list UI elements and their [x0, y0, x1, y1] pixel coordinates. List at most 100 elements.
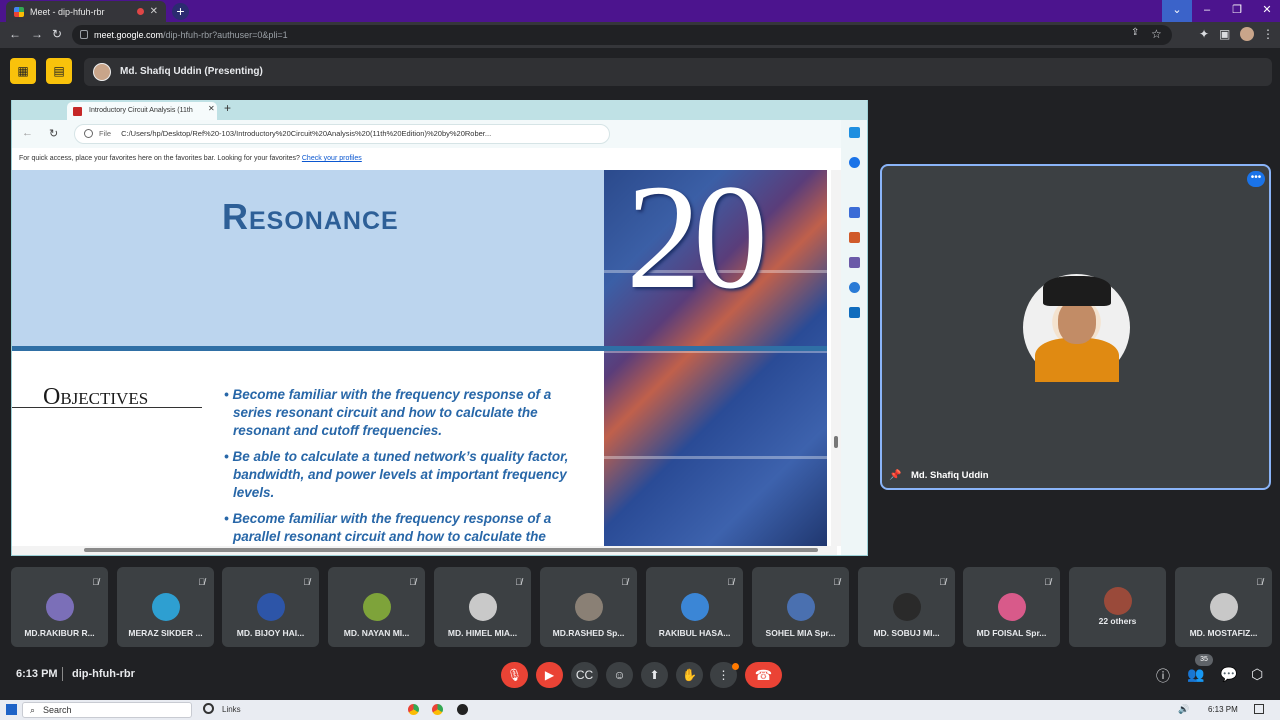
minimize-button[interactable]: –	[1192, 0, 1222, 22]
address-bar[interactable]: meet.google.com/dip-hfuh-rbr?authuser=0&…	[72, 25, 1172, 45]
participant-avatar	[46, 593, 74, 621]
restore-button[interactable]: ❐	[1222, 0, 1252, 22]
participant-tile[interactable]: MD. BIJOY HAI... 🎙̸	[222, 567, 319, 647]
participant-tile[interactable]: MD. SOBUJ MI... 🎙̸	[858, 567, 955, 647]
mic-muted-icon: 🎙̸	[939, 577, 946, 587]
participant-tile[interactable]: MD.RAKIBUR R... 🎙̸	[11, 567, 108, 647]
participant-name: MD.RAKIBUR R...	[24, 628, 95, 638]
pdf-scroll-thumb	[834, 436, 838, 448]
meeting-time: 6:13 PM	[16, 668, 58, 680]
side-panel-icon[interactable]: ▣	[1219, 27, 1230, 41]
url-host: meet.google.com	[94, 30, 164, 40]
reload-icon[interactable]: ↻	[52, 27, 62, 41]
app-taskbar-icon[interactable]	[457, 704, 468, 715]
presenting-banner: Md. Shafiq Uddin (Presenting)	[84, 58, 1272, 86]
activities-icon[interactable]: ⬡	[1251, 666, 1263, 683]
camera-off-button[interactable]: ▶	[536, 662, 563, 688]
forward-arrow-icon[interactable]: →	[31, 27, 43, 41]
participant-tile[interactable]: MD. MOSTAFIZ... 🎙̸	[1175, 567, 1272, 647]
mic-off-button[interactable]: 🎙	[501, 662, 528, 688]
participant-avatar	[893, 593, 921, 621]
url-path: /dip-hfuh-rbr?authuser=0&pli=1	[163, 30, 288, 40]
participant-tile[interactable]: RAKIBUL HASA... 🎙̸	[646, 567, 743, 647]
close-window-button[interactable]: ✕	[1252, 0, 1280, 22]
chat-icon[interactable]: 💬	[1220, 666, 1237, 683]
pip-toggle-icon[interactable]: ▦	[10, 58, 36, 84]
pin-icon[interactable]: 📌	[889, 470, 901, 481]
avatar-face	[1058, 300, 1096, 344]
mic-muted-icon: 🎙̸	[727, 577, 734, 587]
participant-avatar	[152, 593, 180, 621]
participant-name: RAKIBUL HASA...	[658, 628, 731, 638]
participant-name: MD. SOBUJ MI...	[873, 628, 940, 638]
meeting-info-icon[interactable]: ⓘ	[1156, 666, 1170, 686]
more-options-icon[interactable]: •••	[1247, 171, 1265, 187]
notification-center-icon[interactable]	[1254, 704, 1264, 714]
participant-tile[interactable]: MD. NAYAN MI... 🎙̸	[328, 567, 425, 647]
notification-icon	[849, 157, 860, 168]
mic-muted-icon: 🎙̸	[303, 577, 310, 587]
participant-name: MERAZ SIKDER ...	[128, 628, 203, 638]
mic-muted-icon: 🎙̸	[198, 577, 205, 587]
search-icon: ⌕	[30, 705, 36, 715]
browser-tab-meet[interactable]: Meet - dip-hfuh-rbr ✕	[6, 1, 166, 22]
mic-muted-icon: 🎙̸	[92, 577, 99, 587]
leave-call-button[interactable]: ☎	[745, 662, 782, 688]
presenter-avatar	[93, 63, 111, 81]
links-toolbar[interactable]: Links	[222, 705, 241, 714]
mic-muted-icon: 🎙̸	[833, 577, 840, 587]
games-icon	[849, 257, 860, 268]
participant-avatar	[469, 593, 497, 621]
participant-avatar	[575, 593, 603, 621]
profile-avatar[interactable]	[1240, 27, 1254, 41]
layout-icon[interactable]: ▤	[46, 58, 72, 84]
participant-name: MD.RASHED Sp...	[552, 628, 625, 638]
outlook-icon	[849, 307, 860, 318]
copilot-icon	[849, 127, 860, 138]
participant-count-badge: 35	[1195, 654, 1213, 666]
people-icon[interactable]: 👥	[1187, 666, 1204, 683]
objective-item: • Be able to calculate a tuned network’s…	[224, 449, 569, 500]
close-tab-icon[interactable]: ✕	[150, 6, 158, 17]
toolbox-icon	[849, 232, 860, 243]
lock-icon[interactable]	[80, 30, 88, 39]
participant-tile[interactable]: MD FOISAL Spr... 🎙̸	[963, 567, 1060, 647]
taskbar-clock[interactable]: 6:13 PM	[1208, 705, 1238, 714]
participant-tile[interactable]: 22 others	[1069, 567, 1166, 647]
chrome-menu-icon[interactable]: ⋮	[1262, 27, 1274, 41]
edge-address-bar: File C:/Users/hp/Desktop/Ref%20-103/Intro…	[74, 124, 610, 144]
m365-icon	[849, 282, 860, 293]
participant-tile[interactable]: MD. HIMEL MIA... 🎙̸	[434, 567, 531, 647]
participant-tile[interactable]: MD.RASHED Sp... 🎙̸	[540, 567, 637, 647]
mic-muted-icon: 🎙̸	[1256, 577, 1263, 587]
extensions-icon[interactable]: ✦	[1199, 27, 1209, 41]
raise-hand-button[interactable]: ✋	[676, 662, 703, 688]
windows-taskbar	[0, 700, 1280, 720]
task-view-icon[interactable]	[203, 703, 214, 714]
volume-icon[interactable]: 🔊	[1178, 704, 1189, 715]
objectives-rule	[12, 407, 202, 408]
present-button[interactable]: ⬆	[641, 662, 668, 688]
captions-button[interactable]: CC	[571, 662, 598, 688]
mic-muted-icon: 🎙̸	[515, 577, 522, 587]
windows-start-icon[interactable]	[6, 704, 17, 715]
taskbar-search[interactable]: Search	[22, 702, 192, 718]
participant-name: SOHEL MIA Spr...	[765, 628, 836, 638]
chapter-title: Resonance	[222, 196, 399, 237]
edge-tab-title: Introductory Circuit Analysis (11th	[89, 107, 193, 114]
new-tab-button[interactable]: +	[172, 3, 189, 20]
edge-url: C:/Users/hp/Desktop/Ref%20-103/Introduct…	[121, 129, 492, 138]
tab-search-icon[interactable]: ⌄	[1162, 0, 1192, 22]
mic-muted-icon: 🎙̸	[409, 577, 416, 587]
back-arrow-icon[interactable]: ←	[9, 27, 21, 41]
chrome-taskbar-icon[interactable]	[408, 704, 419, 715]
emoji-button[interactable]: ☺	[606, 662, 633, 688]
chrome-taskbar-icon[interactable]	[432, 704, 443, 715]
participant-tile[interactable]: MERAZ SIKDER ... 🎙̸	[117, 567, 214, 647]
bookmark-star-icon[interactable]: ☆	[1151, 27, 1162, 41]
share-icon[interactable]: ⇪	[1131, 27, 1139, 38]
participant-tile[interactable]: SOHEL MIA Spr... 🎙̸	[752, 567, 849, 647]
edge-tab-pdf: Introductory Circuit Analysis (11th	[67, 102, 217, 120]
edge-new-tab-icon: +	[224, 101, 232, 115]
divider	[62, 667, 63, 681]
